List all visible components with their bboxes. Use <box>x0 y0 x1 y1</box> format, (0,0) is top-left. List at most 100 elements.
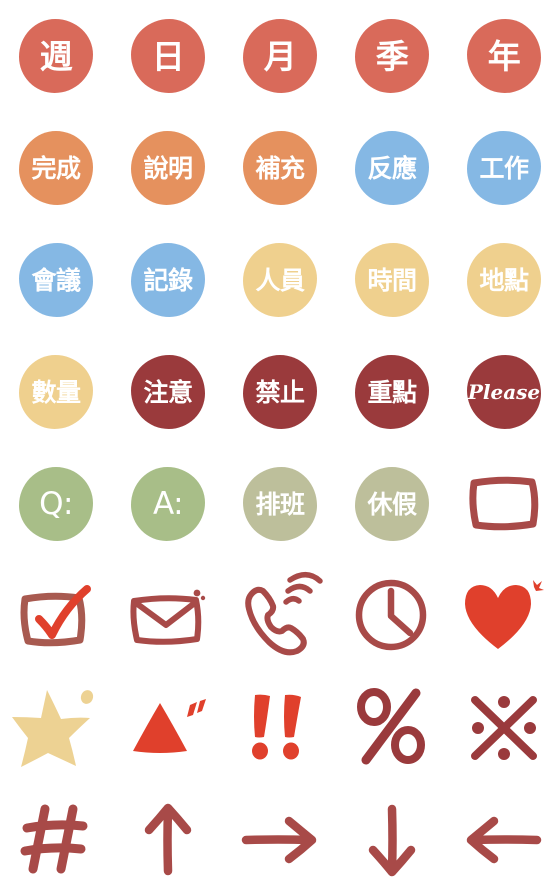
sticker-label: 反應 <box>367 153 417 183</box>
sticker-personnel[interactable]: 人員 <box>243 243 317 317</box>
sticker-arrow-up[interactable] <box>128 800 208 880</box>
sticker-time[interactable]: 時間 <box>355 243 429 317</box>
sticker-please[interactable]: Please <box>467 355 541 429</box>
triangle-icon <box>127 697 209 759</box>
sticker-checked-checkbox[interactable] <box>16 576 96 656</box>
arrow-left-icon <box>465 809 543 871</box>
sticker-prohibited[interactable]: 禁止 <box>243 355 317 429</box>
sticker-cell: 反應 <box>336 112 448 224</box>
arrow-up-icon <box>137 803 199 877</box>
sticker-cell: 週 <box>0 0 112 112</box>
sticker-cell: 補充 <box>224 112 336 224</box>
sticker-label: 月 <box>263 36 297 76</box>
sticker-empty-checkbox[interactable] <box>464 464 544 544</box>
sticker-arrow-right[interactable] <box>240 800 320 880</box>
sticker-cell: 地點 <box>448 224 560 336</box>
sticker-meeting[interactable]: 會議 <box>19 243 93 317</box>
sticker-cell: 排班 <box>224 448 336 560</box>
sticker-cell: 重點 <box>336 336 448 448</box>
sticker-phone[interactable] <box>240 572 323 656</box>
sticker-cell: 日 <box>112 0 224 112</box>
envelope-icon <box>128 585 208 647</box>
ringing-phone-icon <box>236 572 324 658</box>
sticker-cell <box>336 560 448 672</box>
sticker-cell: 記錄 <box>112 224 224 336</box>
sticker-cell: 季 <box>336 0 448 112</box>
sticker-cell: 禁止 <box>224 336 336 448</box>
percent-icon <box>356 688 428 766</box>
sticker-cell: Please <box>448 336 560 448</box>
sticker-work[interactable]: 工作 <box>467 131 541 205</box>
sticker-cell <box>224 784 336 896</box>
sticker-week[interactable]: 週 <box>19 19 93 93</box>
sticker-supplement[interactable]: 補充 <box>243 131 317 205</box>
sticker-label: 人員 <box>255 265 305 295</box>
sticker-triangle[interactable] <box>128 688 208 768</box>
sticker-envelope[interactable] <box>128 576 208 656</box>
sticker-cell: 工作 <box>448 112 560 224</box>
sticker-cell <box>112 672 224 784</box>
sticker-cell: 時間 <box>336 224 448 336</box>
hash-icon <box>20 804 89 875</box>
sticker-label: 注意 <box>143 377 193 407</box>
sticker-label: 數量 <box>31 377 81 407</box>
sticker-arrow-left[interactable] <box>464 800 544 880</box>
sticker-cell <box>336 784 448 896</box>
sticker-answer[interactable]: A: <box>131 467 205 541</box>
sticker-hash[interactable] <box>16 800 96 880</box>
sticker-month[interactable]: 月 <box>243 19 317 93</box>
arrow-down-icon <box>361 803 423 877</box>
sticker-question[interactable]: Q: <box>19 467 93 541</box>
sticker-heart[interactable] <box>464 576 544 656</box>
sticker-year[interactable]: 年 <box>467 19 541 93</box>
sticker-key-point[interactable]: 重點 <box>355 355 429 429</box>
sticker-cell <box>448 448 560 560</box>
sticker-cell: Q: <box>0 448 112 560</box>
sticker-label: 補充 <box>255 153 305 183</box>
sticker-cell <box>0 672 112 784</box>
sticker-cell: 休假 <box>336 448 448 560</box>
sticker-shift-schedule[interactable]: 排班 <box>243 467 317 541</box>
sticker-cell <box>336 672 448 784</box>
empty-checkbox-icon <box>465 471 543 537</box>
double-exclamation-icon <box>245 693 315 763</box>
sticker-complete[interactable]: 完成 <box>19 131 93 205</box>
sticker-cell <box>0 784 112 896</box>
sticker-label: 記錄 <box>143 265 193 295</box>
sticker-label: 日 <box>151 36 185 76</box>
arrow-right-icon <box>241 809 319 871</box>
sticker-season[interactable]: 季 <box>355 19 429 93</box>
sticker-double-exclamation[interactable] <box>240 688 320 768</box>
sticker-cell <box>0 560 112 672</box>
sticker-cell: 數量 <box>0 336 112 448</box>
sticker-response[interactable]: 反應 <box>355 131 429 205</box>
sticker-location[interactable]: 地點 <box>467 243 541 317</box>
sticker-star[interactable] <box>12 686 98 770</box>
sticker-cell: 月 <box>224 0 336 112</box>
sticker-label: 休假 <box>367 489 417 519</box>
star-icon <box>12 686 98 770</box>
sticker-label: 禁止 <box>255 377 305 407</box>
sticker-percent[interactable] <box>352 688 432 768</box>
sticker-cell: 注意 <box>112 336 224 448</box>
sticker-cell: 說明 <box>112 112 224 224</box>
sticker-label: 說明 <box>143 153 193 183</box>
sticker-cell: 會議 <box>0 224 112 336</box>
sticker-record[interactable]: 記錄 <box>131 243 205 317</box>
sticker-label: A: <box>152 485 184 522</box>
sticker-label: 會議 <box>31 265 81 295</box>
sticker-arrow-down[interactable] <box>352 800 432 880</box>
checked-checkbox-icon <box>17 583 95 649</box>
sticker-reference-mark[interactable] <box>464 688 544 768</box>
sticker-day[interactable]: 日 <box>131 19 205 93</box>
reference-mark-icon <box>467 692 541 764</box>
sticker-vacation[interactable]: 休假 <box>355 467 429 541</box>
sticker-label: 工作 <box>479 153 529 183</box>
sticker-explanation[interactable]: 說明 <box>131 131 205 205</box>
sticker-attention[interactable]: 注意 <box>131 355 205 429</box>
sticker-cell: 人員 <box>224 224 336 336</box>
sticker-cell: 年 <box>448 0 560 112</box>
sticker-label: 地點 <box>479 265 529 295</box>
sticker-clock[interactable] <box>352 576 432 656</box>
sticker-quantity[interactable]: 數量 <box>19 355 93 429</box>
